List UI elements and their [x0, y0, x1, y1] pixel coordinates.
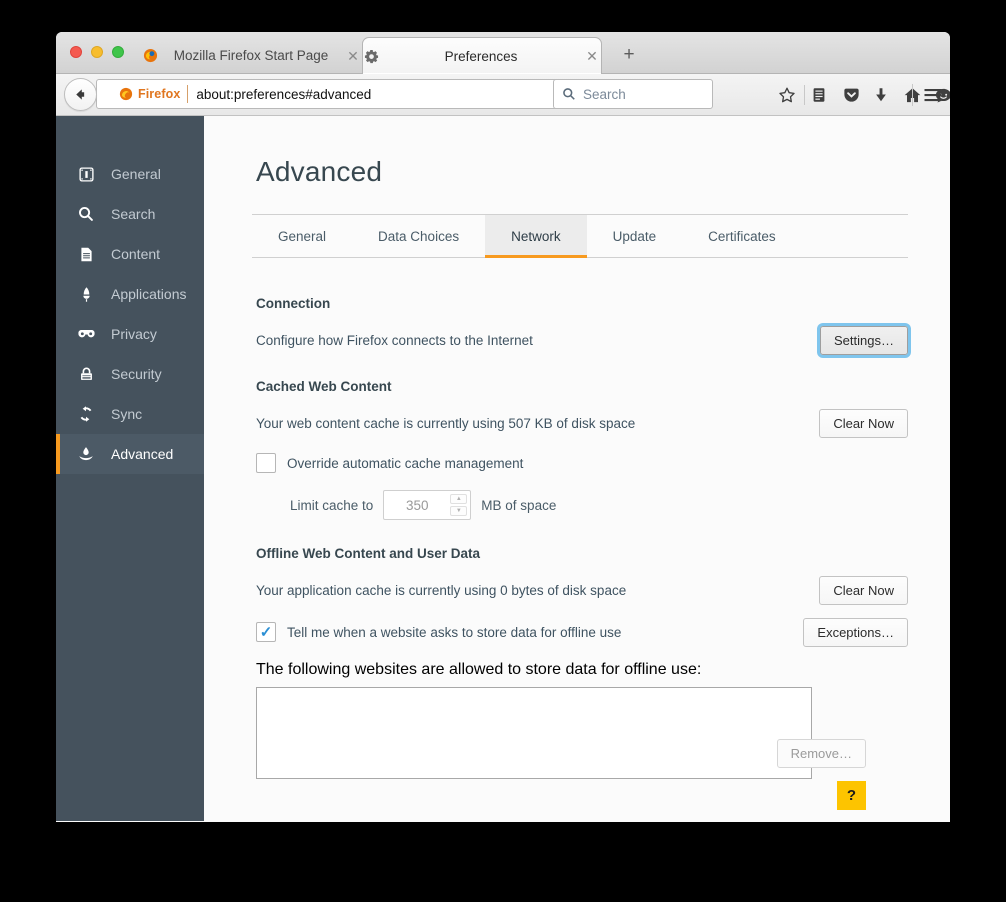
address-bar[interactable]: Firefox about:preferences#advanced ▼ [96, 79, 601, 109]
help-button[interactable]: ? [837, 781, 866, 810]
close-icon[interactable]: ✕ [583, 49, 601, 63]
tab-certificates[interactable]: Certificates [682, 215, 802, 257]
sidebar-item-label: Applications [111, 286, 187, 302]
connection-settings-button[interactable]: Settings… [820, 325, 908, 355]
close-icon[interactable]: ✕ [344, 49, 362, 63]
tab-general[interactable]: General [252, 215, 352, 257]
identity-label: Firefox [138, 87, 181, 101]
window-close-button[interactable] [70, 46, 82, 58]
sidebar-item-sync[interactable]: Sync [56, 394, 204, 434]
preferences-body: General Search Content Applications Priv… [56, 116, 950, 821]
toolbar-divider [912, 84, 913, 106]
sidebar-item-label: Content [111, 246, 161, 262]
identity-box[interactable]: Firefox [119, 85, 189, 103]
back-button[interactable] [64, 78, 97, 111]
sync-arrows-icon [76, 404, 96, 424]
sidebar-item-applications[interactable]: Applications [56, 274, 204, 314]
sidebar-item-search[interactable]: Search [56, 194, 204, 234]
tab-title: Mozilla Firefox Start Page [173, 48, 329, 63]
connection-section: Connection Configure how Firefox connect… [252, 296, 908, 355]
stepper-up-icon[interactable]: ▲ [450, 494, 468, 504]
toolbar-divider [804, 85, 805, 105]
sidebar-item-content[interactable]: Content [56, 234, 204, 274]
cache-usage-description: Your web content cache is currently usin… [256, 415, 636, 431]
notify-offline-label: Tell me when a website asks to store dat… [287, 624, 622, 640]
new-tab-button[interactable]: + [616, 44, 642, 68]
sidebar-item-label: Advanced [111, 446, 174, 462]
offline-sites-listbox[interactable] [256, 687, 812, 779]
sidebar-item-security[interactable]: Security [56, 354, 204, 394]
sidebar-item-advanced[interactable]: Advanced [56, 434, 204, 474]
notify-offline-row: ✓ Tell me when a website asks to store d… [256, 617, 908, 647]
override-cache-label: Override automatic cache management [287, 455, 524, 471]
security-lock-icon [76, 364, 96, 384]
connection-description: Configure how Firefox connects to the In… [256, 332, 533, 348]
search-bar[interactable]: Search [553, 79, 713, 109]
remove-site-button[interactable]: Remove… [776, 739, 866, 768]
browser-tab-preferences[interactable]: Preferences ✕ [362, 37, 602, 74]
clear-appcache-button[interactable]: Clear Now [819, 575, 908, 605]
applications-icon [76, 284, 96, 304]
check-icon: ✓ [259, 623, 273, 641]
offline-exceptions-button[interactable]: Exceptions… [803, 617, 908, 647]
pocket-icon[interactable] [840, 84, 862, 106]
appcache-usage-row: Your application cache is currently usin… [256, 575, 908, 605]
sidebar-item-general[interactable]: General [56, 154, 204, 194]
appcache-usage-description: Your application cache is currently usin… [256, 582, 627, 598]
tab-data-choices[interactable]: Data Choices [352, 215, 485, 257]
hamburger-menu-icon[interactable] [922, 84, 944, 106]
sidebar-item-label: Search [111, 206, 156, 222]
notify-offline-checkbox[interactable]: ✓ [256, 622, 276, 642]
cached-web-content-section: Cached Web Content Your web content cach… [252, 379, 908, 520]
preferences-main-pane: Advanced General Data Choices Network Up… [204, 116, 950, 821]
gear-icon [363, 48, 379, 64]
tab-network[interactable]: Network [485, 215, 587, 258]
offline-web-content-section: Offline Web Content and User Data Your a… [252, 546, 908, 810]
stepper-down-icon[interactable]: ▼ [450, 506, 468, 516]
connection-row: Configure how Firefox connects to the In… [256, 325, 908, 355]
cache-limit-row: Limit cache to 350 ▲ ▼ MB of space [290, 486, 908, 520]
sidebar-item-label: Security [111, 366, 162, 382]
cache-limit-suffix: MB of space [481, 497, 557, 513]
section-heading: Cached Web Content [256, 379, 392, 394]
downloads-icon[interactable] [870, 84, 892, 106]
reader-list-icon[interactable] [808, 84, 830, 106]
category-tabs: General Data Choices Network Update Cert… [252, 214, 908, 258]
search-icon [563, 88, 575, 100]
window-minimize-button[interactable] [91, 46, 103, 58]
section-heading: Offline Web Content and User Data [256, 546, 481, 561]
page-title: Advanced [256, 156, 383, 187]
cache-limit-prefix: Limit cache to [290, 497, 374, 513]
browser-tab-start-page[interactable]: Mozilla Firefox Start Page ✕ [142, 37, 362, 74]
sidebar-item-privacy[interactable]: Privacy [56, 314, 204, 354]
cache-limit-value[interactable]: 350 [384, 491, 450, 519]
search-input[interactable]: Search [583, 87, 626, 102]
window-maximize-button[interactable] [112, 46, 124, 58]
sidebar-item-label: Privacy [111, 326, 157, 342]
privacy-mask-icon [76, 324, 96, 344]
offline-sites-list-label: The following websites are allowed to st… [256, 661, 702, 678]
firefox-icon [142, 48, 158, 64]
bookmark-star-icon[interactable] [776, 84, 798, 106]
tab-title: Preferences [444, 48, 518, 64]
browser-window: Mozilla Firefox Start Page ✕ Preferences… [56, 32, 950, 822]
navigation-toolbar: Firefox about:preferences#advanced ▼ Sea… [56, 74, 950, 116]
clear-cache-button[interactable]: Clear Now [819, 408, 908, 438]
tab-strip: Mozilla Firefox Start Page ✕ Preferences… [56, 32, 950, 74]
override-cache-checkbox[interactable] [256, 453, 276, 473]
override-cache-checkbox-row[interactable]: Override automatic cache management [256, 450, 908, 476]
advanced-icon [76, 444, 96, 464]
firefox-identity-icon [119, 87, 133, 101]
search-icon [76, 204, 96, 224]
cache-usage-row: Your web content cache is currently usin… [256, 408, 908, 438]
general-icon [76, 164, 96, 184]
url-text: about:preferences#advanced [196, 86, 372, 102]
section-heading: Connection [256, 296, 331, 311]
sidebar-item-label: General [111, 166, 161, 182]
preferences-sidebar: General Search Content Applications Priv… [56, 116, 204, 821]
content-page-icon [76, 244, 96, 264]
cache-limit-stepper[interactable]: 350 ▲ ▼ [383, 490, 472, 520]
tab-update[interactable]: Update [587, 215, 683, 257]
sidebar-item-label: Sync [111, 406, 143, 422]
